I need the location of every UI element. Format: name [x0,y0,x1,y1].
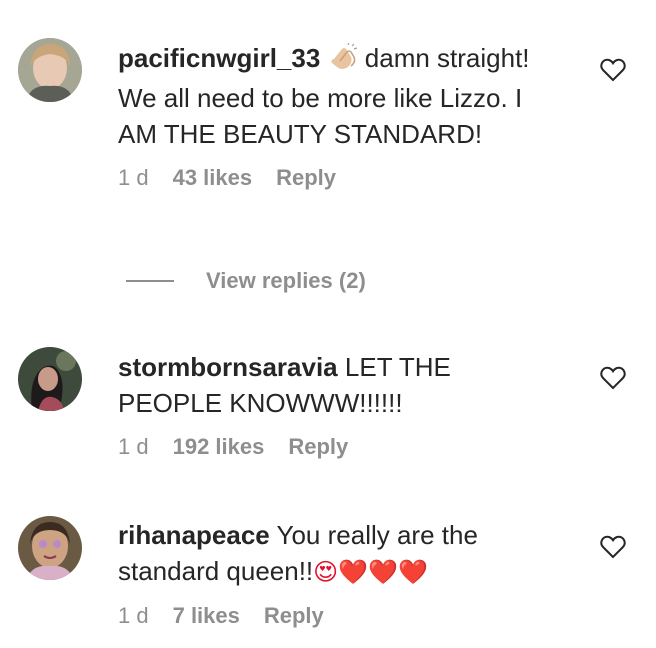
avatar[interactable] [18,38,82,102]
timestamp: 1 d [118,434,149,459]
comment-meta: 1 d 192 likes Reply [118,433,558,461]
username[interactable]: pacificnwgirl_33 [118,43,320,73]
username[interactable]: rihanapeace [118,520,270,550]
heart-icon[interactable] [600,58,626,82]
reply-button[interactable]: Reply [276,164,336,192]
comment-meta: 1 d 43 likes Reply [118,164,558,192]
reply-button[interactable]: Reply [288,433,348,461]
comment-body: stormbornsaravia LET THE PEOPLE KNOWWW!!… [118,349,558,461]
avatar-image [18,347,82,411]
timestamp: 1 d [118,603,149,628]
comment-body: rihanapeace You really are the standard … [118,517,558,630]
username[interactable]: stormbornsaravia [118,352,338,382]
likes-count[interactable]: 43 likes [173,164,253,192]
avatar-image [18,516,82,580]
comment-meta: 1 d 7 likes Reply [118,602,558,630]
heart-icon[interactable] [600,366,626,390]
heart-icon[interactable] [600,535,626,559]
timestamp: 1 d [118,165,149,190]
comment-text: stormbornsaravia LET THE PEOPLE KNOWWW!!… [118,349,558,421]
replies-divider [126,280,174,282]
likes-count[interactable]: 192 likes [173,433,265,461]
comment-body: pacificnwgirl_33 damn straight! We all n… [118,40,558,192]
comment-text: pacificnwgirl_33 damn straight! We all n… [118,40,558,152]
avatar[interactable] [18,516,82,580]
likes-count[interactable]: 7 likes [173,602,240,630]
reply-button[interactable]: Reply [264,602,324,630]
avatar-image [18,38,82,102]
view-replies-label[interactable]: View replies (2) [206,268,366,294]
view-replies-button[interactable]: View replies (2) [126,268,366,294]
avatar[interactable] [18,347,82,411]
emoji-tail: 😍❤️❤️❤️ [313,558,428,586]
comment-text: rihanapeace You really are the standard … [118,517,558,590]
clapping-hands-icon [328,42,358,80]
